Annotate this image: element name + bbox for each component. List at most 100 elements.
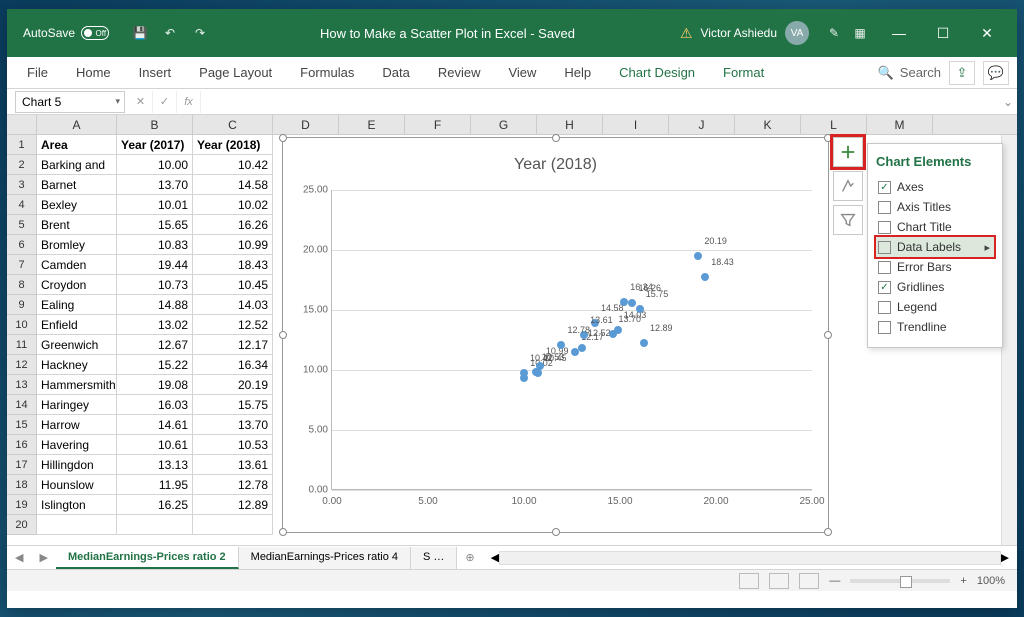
- chart-styles-button[interactable]: [833, 171, 863, 201]
- checkbox[interactable]: ✓: [878, 281, 891, 294]
- checkbox[interactable]: [878, 321, 891, 334]
- column-header[interactable]: I: [603, 115, 669, 134]
- cell[interactable]: 12.17: [193, 335, 273, 355]
- cell[interactable]: Camden: [37, 255, 117, 275]
- cell[interactable]: 10.01: [117, 195, 193, 215]
- select-all-corner[interactable]: [7, 115, 37, 134]
- cell[interactable]: 13.13: [117, 455, 193, 475]
- chart-element-axes[interactable]: ✓Axes: [876, 177, 994, 197]
- formula-enter-icon[interactable]: ✓: [153, 91, 177, 113]
- cell[interactable]: Hillingdon: [37, 455, 117, 475]
- checkbox[interactable]: [878, 241, 891, 254]
- data-point[interactable]: [628, 299, 636, 307]
- zoom-slider[interactable]: [850, 579, 950, 583]
- cell[interactable]: 19.08: [117, 375, 193, 395]
- maximize-button[interactable]: ☐: [921, 9, 965, 57]
- cell[interactable]: 19.44: [117, 255, 193, 275]
- row-header[interactable]: 9: [7, 295, 37, 315]
- ribbon-tab-insert[interactable]: Insert: [127, 59, 184, 86]
- save-icon[interactable]: 💾: [131, 24, 149, 42]
- chart-filters-button[interactable]: [833, 205, 863, 235]
- chart-handle[interactable]: [552, 134, 560, 142]
- cell[interactable]: Enfield: [37, 315, 117, 335]
- cell[interactable]: 10.45: [193, 275, 273, 295]
- chart-element-error-bars[interactable]: Error Bars: [876, 257, 994, 277]
- cell[interactable]: Croydon: [37, 275, 117, 295]
- cell[interactable]: 12.89: [193, 495, 273, 515]
- checkbox[interactable]: [878, 301, 891, 314]
- horizontal-scrollbar[interactable]: [499, 551, 1000, 565]
- row-header[interactable]: 20: [7, 515, 37, 535]
- data-point[interactable]: [694, 252, 702, 260]
- normal-view-icon[interactable]: [739, 573, 759, 589]
- zoom-in-icon[interactable]: +: [960, 575, 966, 587]
- cell[interactable]: 10.02: [193, 195, 273, 215]
- undo-icon[interactable]: ↶: [161, 24, 179, 42]
- data-point[interactable]: [609, 330, 617, 338]
- row-header[interactable]: 8: [7, 275, 37, 295]
- zoom-out-icon[interactable]: —: [829, 575, 840, 587]
- sheet-nav-next-icon[interactable]: ▶: [31, 551, 55, 564]
- data-point[interactable]: [636, 305, 644, 313]
- ribbon-tab-view[interactable]: View: [496, 59, 548, 86]
- column-header[interactable]: D: [273, 115, 339, 134]
- row-header[interactable]: 14: [7, 395, 37, 415]
- row-header[interactable]: 16: [7, 435, 37, 455]
- column-header[interactable]: L: [801, 115, 867, 134]
- autosave-toggle[interactable]: AutoSave Off: [23, 26, 109, 40]
- row-header[interactable]: 1: [7, 135, 37, 155]
- data-point[interactable]: [701, 273, 709, 281]
- data-label[interactable]: 12.78: [567, 325, 590, 335]
- ribbon-tab-format[interactable]: Format: [711, 59, 776, 86]
- sheet-nav-prev-icon[interactable]: ◀: [7, 551, 31, 564]
- scroll-right-icon[interactable]: ▶: [1001, 551, 1009, 564]
- column-header[interactable]: F: [405, 115, 471, 134]
- data-label[interactable]: 12.89: [650, 323, 673, 333]
- cell[interactable]: Greenwich: [37, 335, 117, 355]
- chart-element-data-labels[interactable]: Data Labels: [876, 237, 994, 257]
- row-header[interactable]: 10: [7, 315, 37, 335]
- cell[interactable]: 16.03: [117, 395, 193, 415]
- cell[interactable]: 15.65: [117, 215, 193, 235]
- ribbon-tab-file[interactable]: File: [15, 59, 60, 86]
- cell[interactable]: Hounslow: [37, 475, 117, 495]
- data-point[interactable]: [532, 368, 540, 376]
- data-label[interactable]: 13.61: [590, 315, 613, 325]
- data-point[interactable]: [571, 348, 579, 356]
- cell[interactable]: 10.53: [193, 435, 273, 455]
- cell[interactable]: 12.67: [117, 335, 193, 355]
- cell[interactable]: 16.34: [193, 355, 273, 375]
- column-header[interactable]: G: [471, 115, 537, 134]
- chart-handle[interactable]: [279, 134, 287, 142]
- cell[interactable]: Barking and: [37, 155, 117, 175]
- row-header[interactable]: 5: [7, 215, 37, 235]
- cell[interactable]: 10.42: [193, 155, 273, 175]
- cell[interactable]: Hackney: [37, 355, 117, 375]
- cell[interactable]: 10.73: [117, 275, 193, 295]
- ribbon-tab-review[interactable]: Review: [426, 59, 493, 86]
- cell[interactable]: Bromley: [37, 235, 117, 255]
- column-header[interactable]: B: [117, 115, 193, 134]
- vertical-scrollbar[interactable]: [1001, 135, 1017, 545]
- cell[interactable]: 13.61: [193, 455, 273, 475]
- cell[interactable]: Area: [37, 135, 117, 155]
- zoom-level[interactable]: 100%: [977, 575, 1005, 587]
- cell[interactable]: 13.02: [117, 315, 193, 335]
- cell[interactable]: Haringey: [37, 395, 117, 415]
- cell[interactable]: 10.83: [117, 235, 193, 255]
- page-break-view-icon[interactable]: [799, 573, 819, 589]
- page-layout-view-icon[interactable]: [769, 573, 789, 589]
- data-label[interactable]: 14.58: [601, 303, 624, 313]
- cell[interactable]: Barnet: [37, 175, 117, 195]
- chart-handle[interactable]: [279, 331, 287, 339]
- cell[interactable]: Ealing: [37, 295, 117, 315]
- row-header[interactable]: 18: [7, 475, 37, 495]
- new-sheet-button[interactable]: ⊕: [457, 551, 482, 564]
- avatar[interactable]: VA: [785, 21, 809, 45]
- column-header[interactable]: K: [735, 115, 801, 134]
- cell[interactable]: 12.52: [193, 315, 273, 335]
- row-header[interactable]: 4: [7, 195, 37, 215]
- data-label[interactable]: 18.43: [711, 257, 734, 267]
- cell[interactable]: 11.95: [117, 475, 193, 495]
- chart-handle[interactable]: [824, 528, 832, 536]
